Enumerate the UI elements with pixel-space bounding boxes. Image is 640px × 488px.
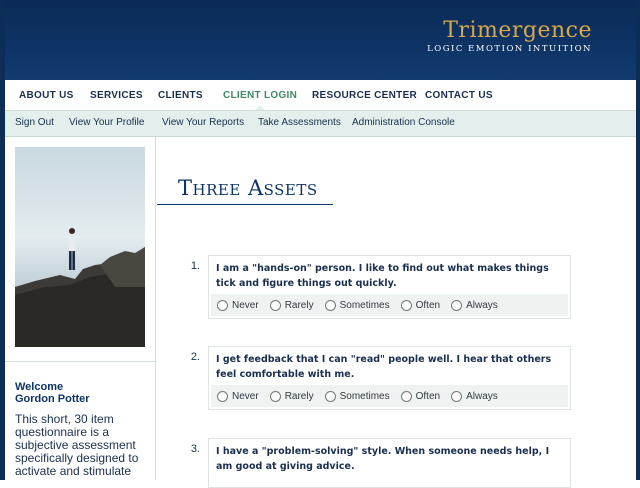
option-never[interactable]: Never xyxy=(217,299,259,311)
radio-button[interactable] xyxy=(269,299,281,311)
site-header: Trimergence LOGIC EMOTION INTUITION xyxy=(5,0,636,80)
nav-services[interactable]: SERVICES xyxy=(90,90,143,101)
option-label: Often xyxy=(415,299,441,311)
hero-photo xyxy=(15,147,145,347)
radio-button[interactable] xyxy=(324,390,336,402)
option-always[interactable]: Always xyxy=(451,299,498,311)
radio-button[interactable] xyxy=(324,299,336,311)
answer-options: Never Rarely Sometimes Often Always xyxy=(211,385,568,407)
title-underline xyxy=(157,204,333,205)
radio-button[interactable] xyxy=(451,299,463,311)
subnav-view-profile[interactable]: View Your Profile xyxy=(69,117,144,128)
nav-about-us[interactable]: ABOUT US xyxy=(19,90,74,101)
intro-text: This short, 30 item questionnaire is a s… xyxy=(15,412,139,478)
nav-clients[interactable]: CLIENTS xyxy=(158,90,203,101)
sub-navigation: Sign Out View Your Profile View Your Rep… xyxy=(5,111,636,137)
nav-client-login[interactable]: CLIENT LOGIN xyxy=(223,90,297,101)
question-card: I get feedback that I can "read" people … xyxy=(208,346,571,410)
brand-tagline: LOGIC EMOTION INTUITION xyxy=(427,44,592,54)
option-always[interactable]: Always xyxy=(451,390,498,402)
option-never[interactable]: Never xyxy=(217,390,259,402)
nav-contact-us[interactable]: CONTACT US xyxy=(425,90,493,101)
option-label: Rarely xyxy=(284,390,314,402)
option-label: Always xyxy=(466,390,498,402)
option-often[interactable]: Often xyxy=(400,299,441,311)
option-label: Never xyxy=(232,390,259,402)
option-label: Always xyxy=(466,299,498,311)
option-label: Sometimes xyxy=(339,390,390,402)
sidebar-divider xyxy=(5,361,155,362)
user-name: Gordon Potter xyxy=(15,393,90,405)
brand-logo[interactable]: Trimergence xyxy=(443,18,592,43)
option-sometimes[interactable]: Sometimes xyxy=(324,390,390,402)
sidebar: Welcome Gordon Potter This short, 30 ite… xyxy=(5,137,156,480)
subnav-admin-console[interactable]: Administration Console xyxy=(352,117,455,128)
radio-button[interactable] xyxy=(400,299,412,311)
option-rarely[interactable]: Rarely xyxy=(269,299,314,311)
question-text: I get feedback that I can "read" people … xyxy=(216,354,552,380)
subnav-view-reports[interactable]: View Your Reports xyxy=(162,117,244,128)
page-title: Three Assets xyxy=(178,176,318,200)
question-text: I am a "hands-on" person. I like to find… xyxy=(216,263,549,289)
answer-options: Never Rarely Sometimes Often Always xyxy=(211,294,568,316)
question-card: I have a "problem-solving" style. When s… xyxy=(208,438,571,488)
active-nav-pointer xyxy=(255,105,265,110)
subnav-take-assessments[interactable]: Take Assessments xyxy=(258,117,341,128)
radio-button[interactable] xyxy=(217,390,228,402)
radio-button[interactable] xyxy=(269,390,281,402)
radio-button[interactable] xyxy=(400,390,412,402)
question-number: 3. xyxy=(190,443,200,455)
option-rarely[interactable]: Rarely xyxy=(269,390,314,402)
option-sometimes[interactable]: Sometimes xyxy=(324,299,390,311)
option-label: Sometimes xyxy=(339,299,390,311)
option-label: Often xyxy=(415,390,441,402)
option-label: Never xyxy=(232,299,259,311)
question-number: 2. xyxy=(190,351,200,363)
option-often[interactable]: Often xyxy=(400,390,441,402)
option-label: Rarely xyxy=(284,299,314,311)
main-navigation: ABOUT US SERVICES CLIENTS CLIENT LOGIN R… xyxy=(5,80,636,111)
radio-button[interactable] xyxy=(451,390,463,402)
nav-resource-center[interactable]: RESOURCE CENTER xyxy=(312,90,417,101)
radio-button[interactable] xyxy=(217,299,228,311)
question-card: I am a "hands-on" person. I like to find… xyxy=(208,255,571,319)
question-number: 1. xyxy=(190,260,200,272)
right-frame xyxy=(636,0,640,480)
welcome-label: Welcome xyxy=(15,381,64,393)
welcome-heading: Welcome Gordon Potter xyxy=(15,381,145,405)
subnav-sign-out[interactable]: Sign Out xyxy=(15,117,54,128)
question-text: I have a "problem-solving" style. When s… xyxy=(216,446,550,472)
